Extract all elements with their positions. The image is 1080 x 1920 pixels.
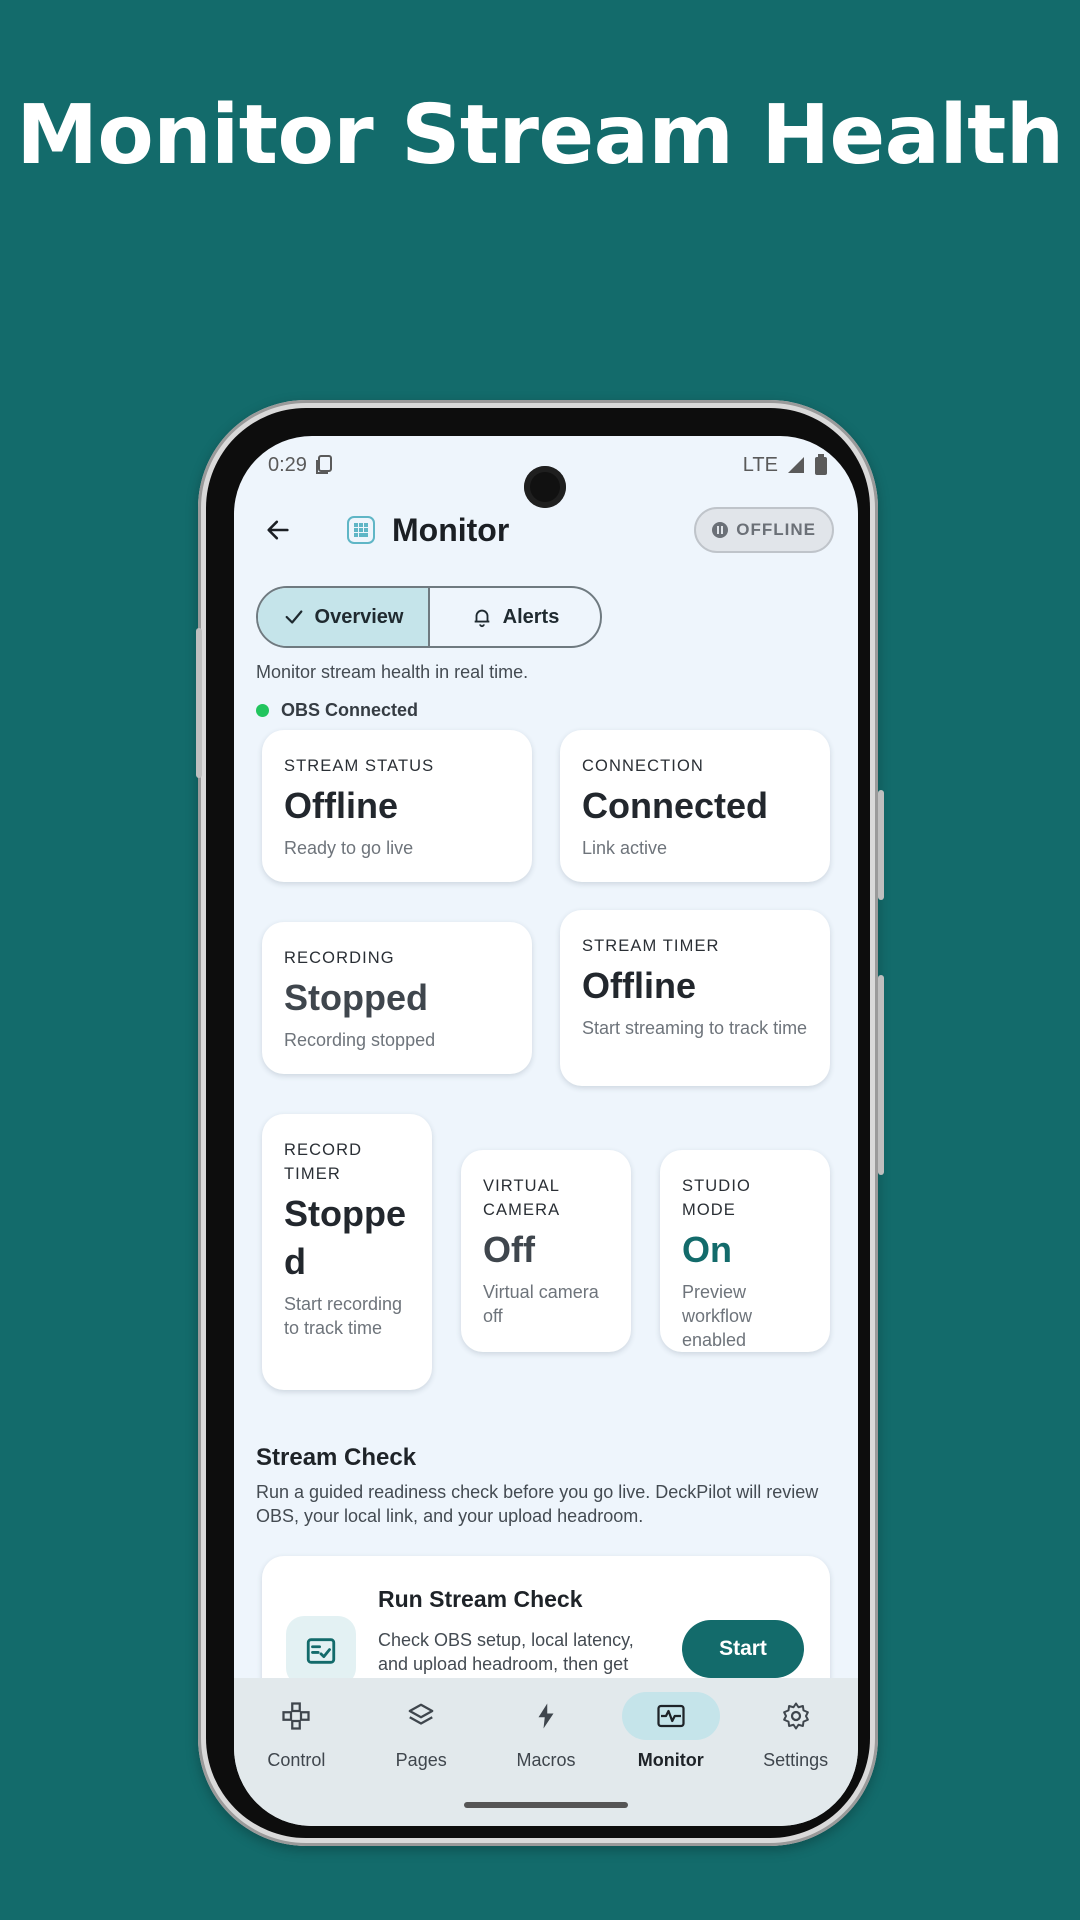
tab-overview-label: Overview	[314, 605, 404, 628]
nav-label: Control	[267, 1750, 326, 1770]
card-value: Connected	[582, 785, 769, 826]
page-subtitle: Monitor stream health in real time.	[256, 662, 529, 682]
phone-frame: 0:29 LTE Monitor OFFLINE Overview Alerts…	[196, 400, 884, 1846]
connection-indicator-label: OBS Connected	[281, 700, 419, 720]
status-badge: OFFLINE	[694, 507, 834, 553]
gear-icon	[782, 1702, 809, 1730]
checklist-icon-box	[286, 1616, 356, 1686]
check-icon	[285, 610, 302, 624]
nav-label: Pages	[395, 1750, 447, 1770]
card-key: RECORD TIMER	[284, 1141, 363, 1183]
card-sub: Start streaming to track time	[582, 1018, 808, 1038]
card-key: RECORDING	[284, 949, 395, 967]
card-key: STUDIO MODE	[682, 1177, 751, 1219]
card-value: On	[682, 1229, 732, 1270]
phone-side-button	[196, 628, 202, 778]
phone-side-button	[878, 975, 884, 1175]
deck-logo-icon	[347, 516, 375, 544]
card-key: CONNECTION	[582, 757, 704, 775]
checklist-icon	[306, 1638, 336, 1664]
card-sub: Ready to go live	[284, 838, 414, 858]
stream-status-card[interactable]: STREAM STATUS Offline Ready to go live	[262, 730, 532, 882]
stream-check-description: Check OBS setup, local latency, and uplo…	[378, 1630, 634, 1674]
virtual-camera-card[interactable]: VIRTUAL CAMERA Off Virtual camera off	[461, 1150, 631, 1352]
network-type: LTE	[742, 453, 778, 476]
home-indicator[interactable]	[464, 1802, 628, 1808]
signal-icon	[788, 457, 804, 473]
section-title: Stream Check	[256, 1444, 417, 1471]
start-button[interactable]: Start	[682, 1620, 804, 1678]
stream-check-title: Run Stream Check	[378, 1586, 583, 1612]
card-value: Offline	[582, 965, 696, 1006]
card-sub: Start recording to track time	[284, 1294, 403, 1338]
phone-screen: 0:29 LTE Monitor OFFLINE Overview Alerts…	[234, 436, 858, 1826]
phone-bezel: 0:29 LTE Monitor OFFLINE Overview Alerts…	[206, 408, 870, 1838]
recording-card[interactable]: RECORDING Stopped Recording stopped	[262, 922, 532, 1074]
connected-dot	[256, 704, 269, 717]
layers-icon	[408, 1703, 434, 1725]
record-timer-card[interactable]: RECORD TIMER Stopped Start recording to …	[262, 1114, 432, 1390]
tab-alerts[interactable]: Alerts	[430, 588, 600, 646]
studio-mode-card[interactable]: STUDIO MODE On Preview workflow enabled	[660, 1150, 830, 1352]
app-bar: Monitor OFFLINE	[234, 490, 858, 570]
gamepad-icon	[282, 1702, 311, 1730]
card-sub: Virtual camera off	[483, 1282, 599, 1326]
card-key: VIRTUAL CAMERA	[483, 1177, 561, 1219]
battery-icon	[815, 454, 827, 475]
tab-alerts-label: Alerts	[502, 605, 560, 628]
card-key: STREAM TIMER	[582, 937, 720, 955]
connection-card[interactable]: CONNECTION Connected Link active	[560, 730, 830, 882]
card-value: Off	[483, 1229, 535, 1270]
nav-label: Settings	[763, 1750, 829, 1770]
status-badge-label: OFFLINE	[736, 520, 816, 539]
pause-icon	[712, 522, 729, 538]
arrow-left-icon	[267, 520, 289, 540]
bell-icon	[474, 609, 489, 628]
tab-switcher: Overview Alerts	[256, 586, 602, 648]
status-time: 0:29	[268, 453, 307, 476]
page-headline: Monitor Stream Health	[16, 88, 1064, 183]
card-value: Offline	[284, 785, 398, 826]
stream-timer-card[interactable]: STREAM TIMER Offline Start streaming to …	[560, 910, 830, 1086]
card-sub: Recording stopped	[284, 1030, 436, 1050]
nav-label: Macros	[516, 1750, 576, 1770]
card-sub: Preview workflow enabled	[682, 1282, 753, 1350]
card-value: Stopped	[284, 1193, 406, 1282]
connection-indicator: OBS Connected	[256, 700, 418, 721]
nav-label: Monitor	[637, 1750, 704, 1770]
card-sub: Link active	[582, 838, 668, 858]
card-key: STREAM STATUS	[284, 757, 435, 775]
phone-side-button	[878, 790, 884, 900]
screenshot-icon	[315, 455, 332, 474]
back-button[interactable]	[258, 510, 298, 550]
tab-overview[interactable]: Overview	[258, 588, 430, 646]
bolt-icon	[538, 1703, 554, 1729]
page-title: Monitor	[392, 511, 510, 548]
monitor-pulse-icon	[657, 1704, 685, 1728]
nav-item-control[interactable]: Control	[234, 1692, 359, 1826]
card-value: Stopped	[284, 977, 428, 1018]
nav-item-settings[interactable]: Settings	[733, 1692, 858, 1826]
section-description: Run a guided readiness check before you …	[256, 1482, 819, 1526]
